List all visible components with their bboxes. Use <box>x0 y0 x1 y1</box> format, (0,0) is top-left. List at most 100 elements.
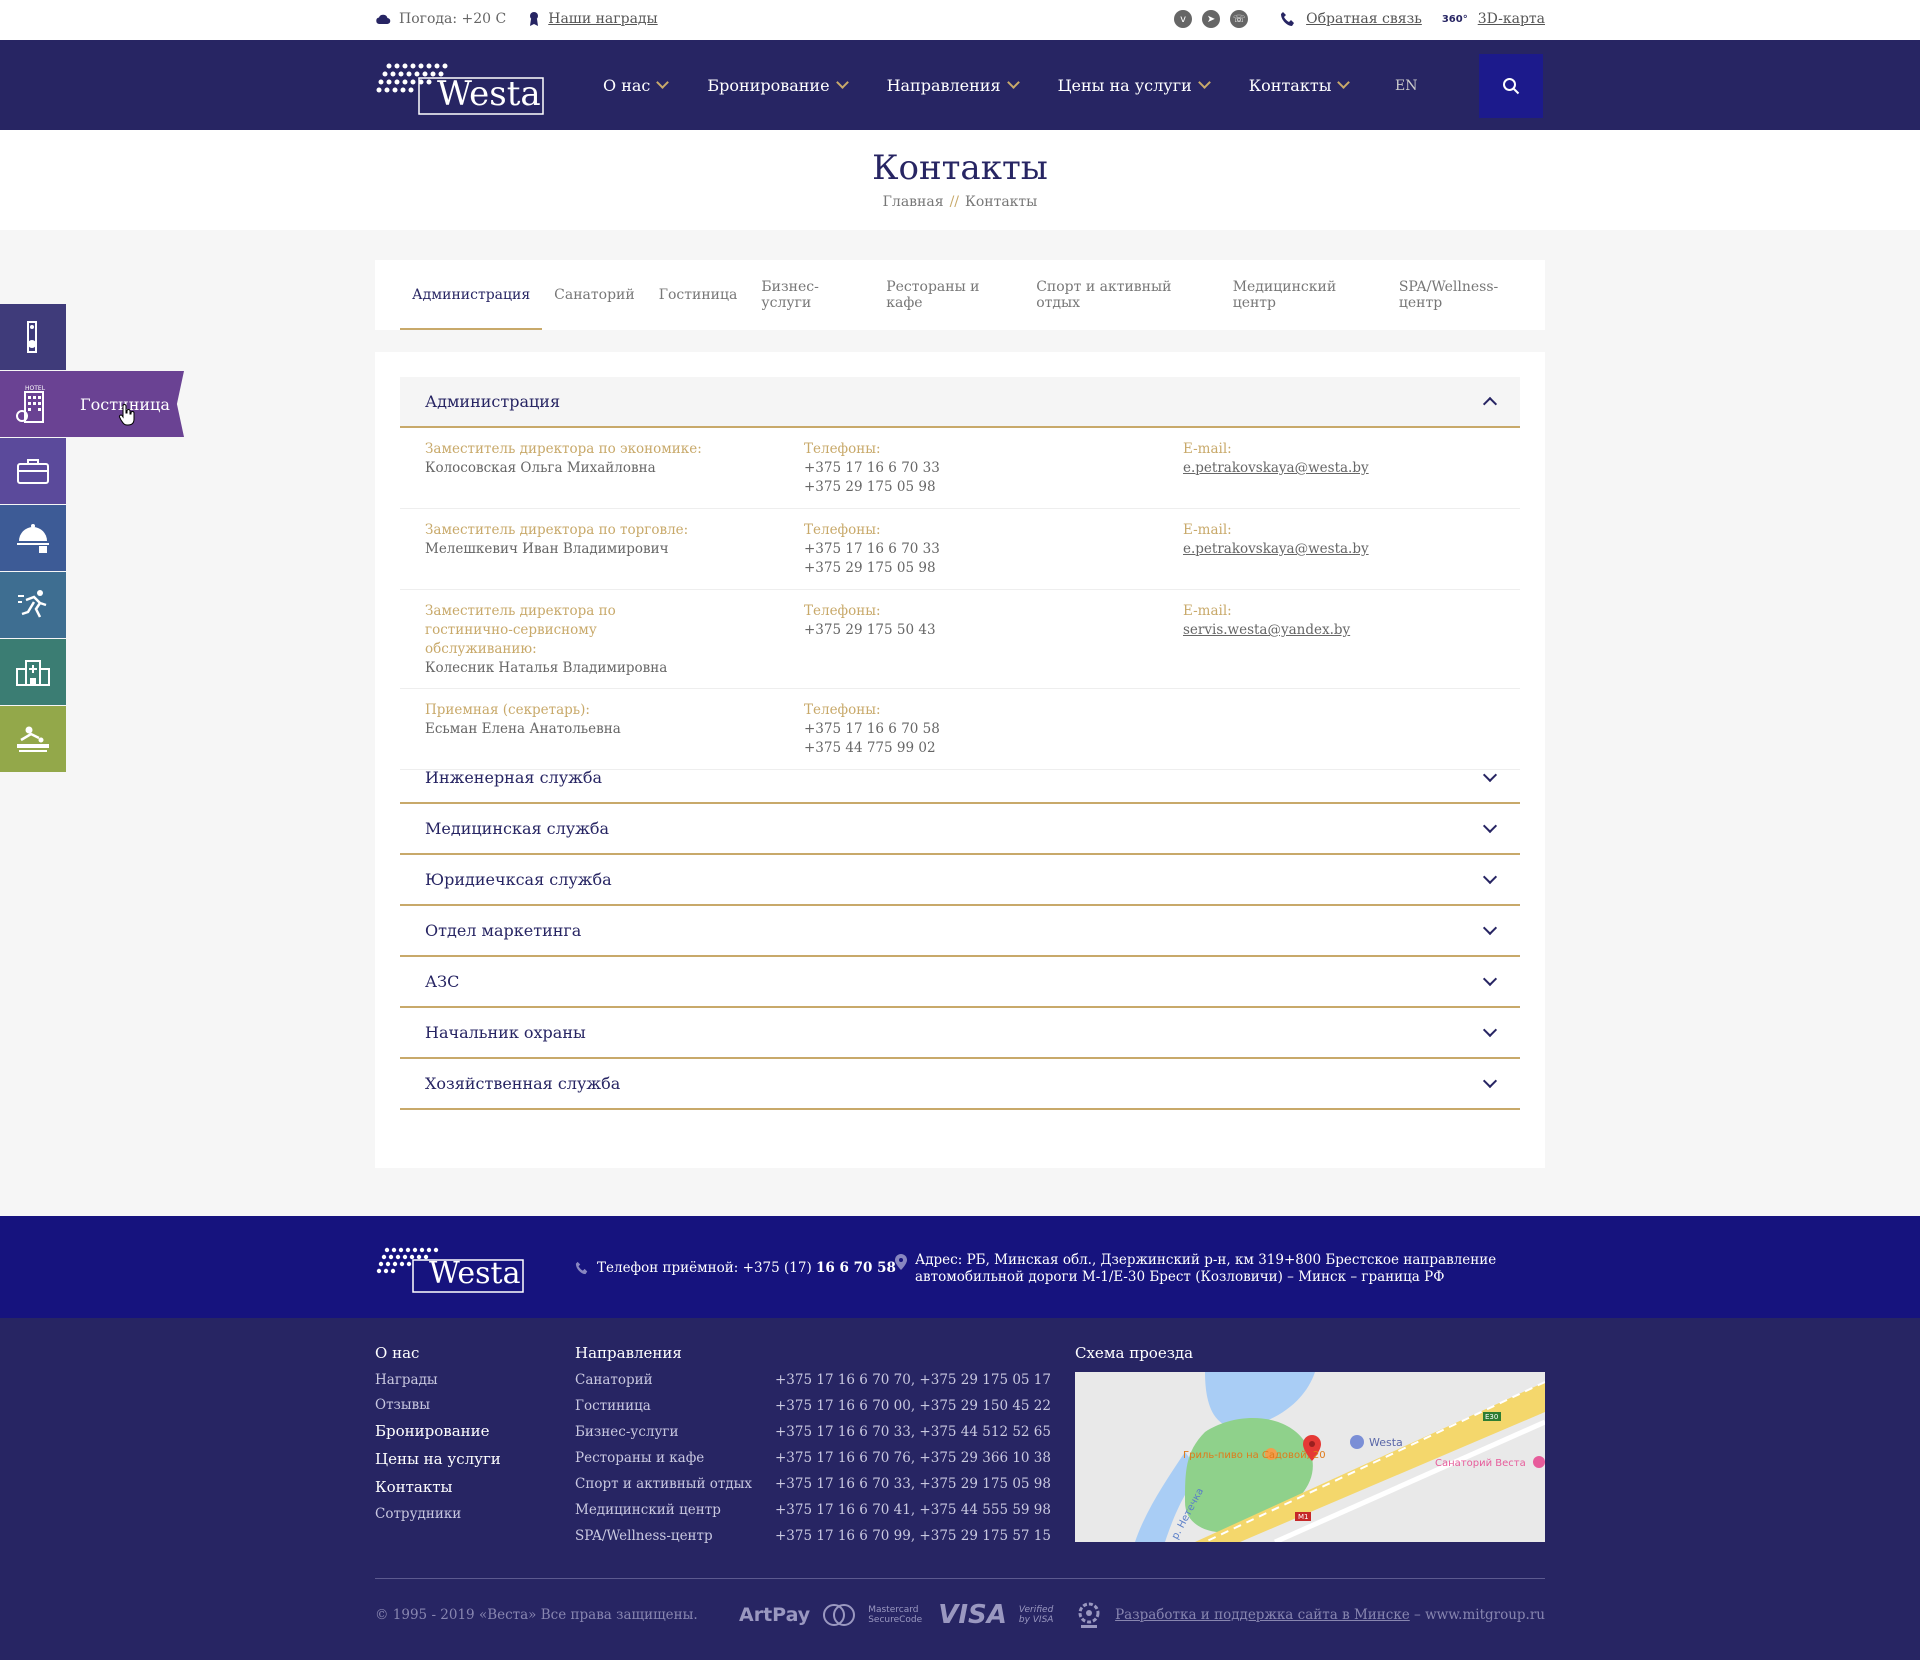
email-link[interactable]: servis.westa@yandex.by <box>1183 622 1350 638</box>
phone[interactable]: +375 17 16 6 70 33 <box>804 540 1183 559</box>
whatsapp-icon[interactable]: ☏ <box>1230 10 1249 28</box>
position-label: Приемная (секретарь): <box>425 702 590 718</box>
direction-phones: +375 17 16 6 70 99, +375 29 175 57 15 <box>775 1528 1051 1544</box>
tab-spa[interactable]: SPA/Wellness-центр <box>1387 260 1545 330</box>
direction-name[interactable]: Бизнес-услуги <box>575 1424 775 1450</box>
accordion-engineering[interactable]: Инженерная служба <box>400 753 1520 804</box>
accordion-marketing[interactable]: Отдел маркетинга <box>400 906 1520 957</box>
direction-phones: +375 17 16 6 70 33, +375 29 175 05 98 <box>775 1476 1051 1492</box>
accordion-security[interactable]: Начальник охраны <box>400 1008 1520 1059</box>
tab-administration[interactable]: Администрация <box>400 260 543 330</box>
direction-name[interactable]: Рестораны и кафе <box>575 1450 775 1476</box>
nav-booking[interactable]: Бронирование <box>707 75 849 95</box>
map-title: Схема проезда <box>1075 1344 1194 1362</box>
chevron-down-icon <box>1337 76 1351 89</box>
tab-hotel[interactable]: Гостиница <box>647 260 750 330</box>
footer-link-booking[interactable]: Бронирование <box>375 1422 501 1440</box>
footer-link-contacts[interactable]: Контакты <box>375 1478 501 1496</box>
nav-about[interactable]: О нас <box>603 76 670 95</box>
accordion-title: Хозяйственная служба <box>425 1074 621 1093</box>
awards-link[interactable]: Наши награды <box>548 11 657 27</box>
direction-name[interactable]: Спорт и активный отдых <box>575 1476 775 1502</box>
logo-text: Westa <box>437 74 541 114</box>
email-label: E-mail: <box>1183 603 1232 619</box>
sidebar-item-medical[interactable] <box>0 639 66 705</box>
direction-name[interactable]: Санаторий <box>575 1372 775 1398</box>
mastercard-securecode-logo: Mastercard SecureCode <box>868 1605 923 1625</box>
footer-link-awards[interactable]: Награды <box>375 1372 501 1388</box>
search-icon <box>1503 78 1520 95</box>
verified-by-visa-logo: Verified by VISA <box>1018 1605 1054 1625</box>
chevron-up-icon <box>1482 396 1498 412</box>
phone[interactable]: +375 17 16 6 70 58 <box>804 720 1183 739</box>
tab-sanatorium[interactable]: Санаторий <box>542 260 647 330</box>
position-label: Заместитель директора по гостинично-серв… <box>425 603 616 657</box>
map-sanatorium-label: Санаторий Веста <box>1435 1458 1526 1469</box>
direction-row: Рестораны и кафе +375 17 16 6 70 76, +375… <box>575 1450 1051 1476</box>
telegram-icon[interactable]: ➤ <box>1202 10 1221 28</box>
footer-phone[interactable]: Телефон приёмной: +375 (17) 16 6 70 58 <box>575 1260 896 1276</box>
tab-restaurants[interactable]: Рестораны и кафе <box>874 260 1024 330</box>
email-link[interactable]: e.petrakovskaya@westa.by <box>1183 541 1369 557</box>
hotel-icon: HOTEL <box>16 385 46 423</box>
language-switch[interactable]: EN <box>1395 78 1417 94</box>
footer-link-about[interactable]: О нас <box>375 1344 501 1362</box>
email-link[interactable]: e.petrakovskaya@westa.by <box>1183 460 1369 476</box>
viber-icon[interactable]: v <box>1174 10 1193 28</box>
westa-logo[interactable]: Westa <box>375 52 545 116</box>
direction-phones: +375 17 16 6 70 76, +375 29 366 10 38 <box>775 1450 1051 1466</box>
accordion-header[interactable]: Администрация <box>400 377 1520 428</box>
breadcrumb-home[interactable]: Главная <box>883 194 944 210</box>
phone[interactable]: +375 29 175 50 43 <box>804 621 1183 640</box>
search-button[interactable] <box>1479 54 1543 118</box>
phones-label: Телефоны: <box>804 441 881 457</box>
person-name: Колесник Наталья Владимировна <box>425 660 668 676</box>
accordion-household[interactable]: Хозяйственная служба <box>400 1059 1520 1110</box>
phone[interactable]: +375 17 16 6 70 33 <box>804 459 1183 478</box>
route-map[interactable]: E30 M1 Westa Гриль-пиво на Садовой, 20 С… <box>1075 1372 1545 1542</box>
nav-prices[interactable]: Цены на услуги <box>1058 76 1211 95</box>
phone[interactable]: +375 29 175 05 98 <box>804 478 1183 497</box>
nav-label: Бронирование <box>707 75 830 95</box>
chevron-down-icon <box>1482 767 1498 783</box>
running-icon <box>18 590 47 618</box>
tab-medical[interactable]: Медицинский центр <box>1221 260 1387 330</box>
feedback-link[interactable]: Обратная связь <box>1306 11 1422 27</box>
chevron-down-icon <box>1482 920 1498 936</box>
direction-phones: +375 17 16 6 70 70, +375 29 175 05 17 <box>775 1372 1051 1388</box>
sidebar-item-spa[interactable] <box>0 706 66 772</box>
chevron-down-icon <box>1197 76 1211 89</box>
sidebar-item-sanatorium[interactable] <box>0 304 66 370</box>
tab-business[interactable]: Бизнес-услуги <box>749 260 874 330</box>
developer-link[interactable]: Разработка и поддержка сайта в Минске <box>1115 1607 1410 1623</box>
chevron-down-icon <box>1482 1073 1498 1089</box>
direction-name[interactable]: Медицинский центр <box>575 1502 775 1528</box>
sidebar-item-hotel[interactable]: HOTEL <box>0 371 66 437</box>
footer-logo[interactable]: Westa <box>375 1238 525 1294</box>
footer-link-reviews[interactable]: Отзывы <box>375 1397 501 1413</box>
direction-name[interactable]: SPA/Wellness-центр <box>575 1528 775 1554</box>
main-header: Westa О нас Бронирование Направления Цен… <box>0 40 1920 130</box>
footer-link-prices[interactable]: Цены на услуги <box>375 1450 501 1468</box>
accordion-medical[interactable]: Медицинская служба <box>400 804 1520 855</box>
accordion-legal[interactable]: Юридиечксая служба <box>400 855 1520 906</box>
sidebar-item-restaurants[interactable] <box>0 505 66 571</box>
email-label: E-mail: <box>1183 522 1232 538</box>
3d-map-link[interactable]: 3D-карта <box>1478 11 1545 27</box>
sidebar-item-sport[interactable] <box>0 572 66 638</box>
briefcase-icon <box>17 459 49 484</box>
accordion-gas-station[interactable]: АЗС <box>400 957 1520 1008</box>
phone[interactable]: +375 29 175 05 98 <box>804 559 1183 578</box>
accordion-administration: Администрация Заместитель директора по э… <box>400 377 1520 770</box>
email-label: E-mail: <box>1183 441 1232 457</box>
tab-sport[interactable]: Спорт и активный отдых <box>1024 260 1220 330</box>
footer-address: Адрес: РБ, Минская обл., Дзержинский р-н… <box>895 1252 1545 1286</box>
sidebar-item-business[interactable] <box>0 438 66 504</box>
nav-contacts[interactable]: Контакты <box>1249 76 1351 95</box>
direction-name[interactable]: Гостиница <box>575 1398 775 1424</box>
hotel-icon-text: HOTEL <box>25 385 46 392</box>
nav-directions[interactable]: Направления <box>887 76 1020 95</box>
breadcrumb: Главная // Контакты <box>0 194 1920 210</box>
phones-label: Телефоны: <box>804 522 881 538</box>
footer-link-staff[interactable]: Сотрудники <box>375 1506 501 1522</box>
